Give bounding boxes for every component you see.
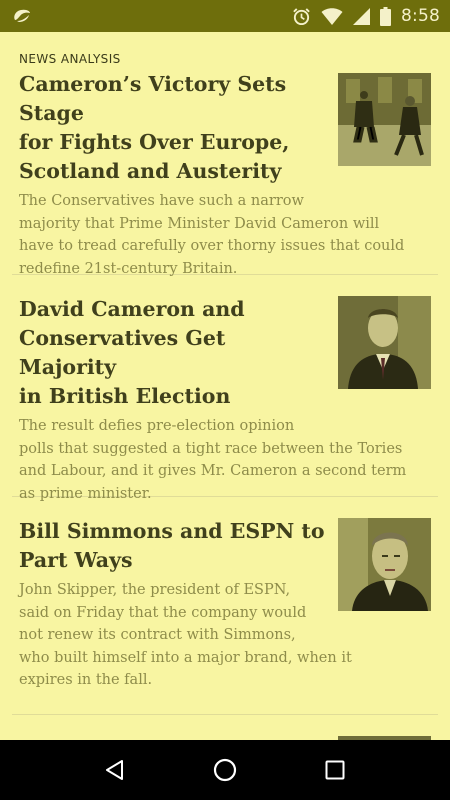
article-thumbnail[interactable]: [338, 518, 431, 611]
summary-line: who built himself into a major brand, wh…: [19, 649, 352, 666]
headline-line: for Fights Over Europe,: [19, 130, 290, 154]
article-headline[interactable]: David Cameron and Conservatives Get Majo…: [12, 295, 328, 411]
headline-line: Scotland and Austerity: [19, 159, 282, 183]
summary-line: The Conservatives have such a narrow: [19, 193, 304, 209]
back-icon: [104, 759, 126, 781]
recents-icon: [325, 760, 345, 780]
article-card[interactable]: Bill Simmons and ESPN to Part Ways John …: [12, 497, 438, 715]
home-icon: [213, 758, 237, 782]
summary-line: polls that suggested a tight race betwee…: [19, 440, 403, 457]
home-button[interactable]: [195, 740, 255, 800]
headline-line: in British Election: [19, 384, 231, 408]
recents-button[interactable]: [305, 740, 365, 800]
system-nav-bar: [0, 740, 450, 800]
headline-line: Bill Simmons and ESPN to: [19, 519, 325, 543]
article-card-partial[interactable]: [12, 715, 438, 740]
clock: 8:58: [401, 6, 440, 26]
summary-line: The result defies pre-election opinion: [19, 418, 295, 434]
alarm-icon: [292, 7, 311, 26]
headline-line: Cameron’s Victory Sets Stage: [19, 72, 287, 125]
headline-line: David Cameron and: [19, 297, 245, 321]
summary-line: expires in the fall.: [19, 672, 153, 688]
summary-line: majority that Prime Minister David Camer…: [19, 215, 380, 232]
summary-line: not renew its contract with Simmons,: [19, 627, 296, 643]
app-logo-icon: [12, 8, 32, 24]
back-button[interactable]: [85, 740, 145, 800]
battery-icon: [380, 6, 392, 26]
article-headline[interactable]: Bill Simmons and ESPN to Part Ways: [12, 517, 328, 575]
summary-line: John Skipper, the president of ESPN,: [19, 582, 291, 598]
summary-line: said on Friday that the company would: [19, 604, 307, 621]
summary-line: have to tread carefully over thorny issu…: [19, 238, 405, 254]
article-summary: The Conservatives have such a narrow maj…: [12, 190, 438, 280]
signal-icon: [353, 7, 371, 25]
article-thumbnail[interactable]: [338, 73, 431, 166]
headline-line: Part Ways: [19, 548, 133, 572]
article-summary-continued: who built himself into a major brand, wh…: [12, 647, 438, 692]
article-thumbnail[interactable]: [338, 296, 431, 389]
status-bar: 8:58: [0, 0, 450, 32]
article-kicker: NEWS ANALYSIS: [19, 52, 121, 66]
wifi-icon: [321, 7, 343, 25]
article-headline[interactable]: Cameron’s Victory Sets Stage for Fights …: [12, 70, 328, 186]
article-summary: The result defies pre-election opinion p…: [12, 415, 438, 505]
article-summary: John Skipper, the president of ESPN, sai…: [12, 579, 328, 647]
summary-line: and Labour, and it gives Mr. Cameron a s…: [19, 463, 407, 479]
headline-line: Conservatives Get Majority: [19, 326, 226, 379]
article-card[interactable]: NEWS ANALYSIS Cameron’s Victory Sets Sta…: [12, 32, 438, 277]
article-card[interactable]: David Cameron and Conservatives Get Majo…: [12, 275, 438, 502]
article-feed[interactable]: NEWS ANALYSIS Cameron’s Victory Sets Sta…: [0, 32, 450, 740]
